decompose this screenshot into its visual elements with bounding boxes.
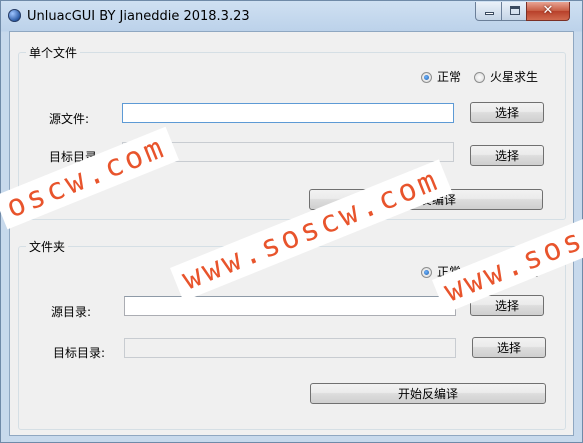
minimize-icon: [485, 12, 494, 15]
single-target-dir-input[interactable]: [122, 142, 454, 162]
source-dir-input[interactable]: [124, 296, 456, 316]
folder-mode-mars-label: 火星求生: [490, 265, 539, 279]
close-icon: ✕: [542, 3, 554, 18]
source-dir-browse-button[interactable]: 选择: [470, 295, 544, 316]
single-target-dir-label: 目标目录:: [49, 150, 102, 164]
close-button[interactable]: ✕: [526, 2, 570, 21]
radio-selected-icon: [421, 72, 432, 83]
single-mode-mars-label: 火星求生: [490, 70, 539, 84]
folder-group: 文件夹 正常 火星求生 源目录: 选择 目标目录: 选择 开始反编译: [18, 238, 566, 430]
single-file-group: 单个文件 正常 火星求生 源文件: 选择 目标目录: 选择 开始反编译: [18, 44, 566, 220]
window-title: UnluacGUI BY Jianeddie 2018.3.23: [27, 9, 250, 24]
app-icon: [8, 9, 21, 22]
radio-selected-icon: [421, 267, 432, 278]
single-file-legend: 单个文件: [26, 44, 81, 61]
single-mode-normal-radio[interactable]: 正常: [421, 68, 461, 85]
maximize-icon: [510, 6, 520, 15]
folder-decompile-button[interactable]: 开始反编译: [310, 383, 546, 404]
radio-unselected-icon: [474, 267, 485, 278]
folder-mode-mars-radio[interactable]: 火星求生: [474, 263, 538, 280]
single-mode-normal-label: 正常: [437, 70, 462, 84]
source-dir-label: 源目录:: [51, 305, 92, 319]
folder-target-dir-label: 目标目录:: [53, 346, 106, 360]
folder-mode-normal-label: 正常: [437, 265, 462, 279]
single-mode-mars-radio[interactable]: 火星求生: [474, 68, 538, 85]
maximize-button[interactable]: [501, 2, 527, 21]
folder-target-dir-input[interactable]: [124, 338, 456, 358]
source-file-browse-button[interactable]: 选择: [470, 102, 544, 123]
source-file-label: 源文件:: [49, 112, 90, 126]
title-bar[interactable]: UnluacGUI BY Jianeddie 2018.3.23 ✕: [1, 1, 582, 31]
single-decompile-button[interactable]: 开始反编译: [309, 189, 543, 210]
folder-target-browse-button[interactable]: 选择: [472, 337, 546, 358]
client-area: 单个文件 正常 火星求生 源文件: 选择 目标目录: 选择 开始反编译 文件夹 …: [9, 31, 574, 436]
app-window: UnluacGUI BY Jianeddie 2018.3.23 ✕ 单个文件 …: [0, 0, 583, 443]
minimize-button[interactable]: [475, 2, 502, 21]
folder-mode-normal-radio[interactable]: 正常: [421, 263, 461, 280]
source-file-input[interactable]: [122, 103, 454, 123]
folder-legend: 文件夹: [26, 238, 69, 255]
radio-unselected-icon: [474, 72, 485, 83]
single-target-browse-button[interactable]: 选择: [470, 145, 544, 166]
